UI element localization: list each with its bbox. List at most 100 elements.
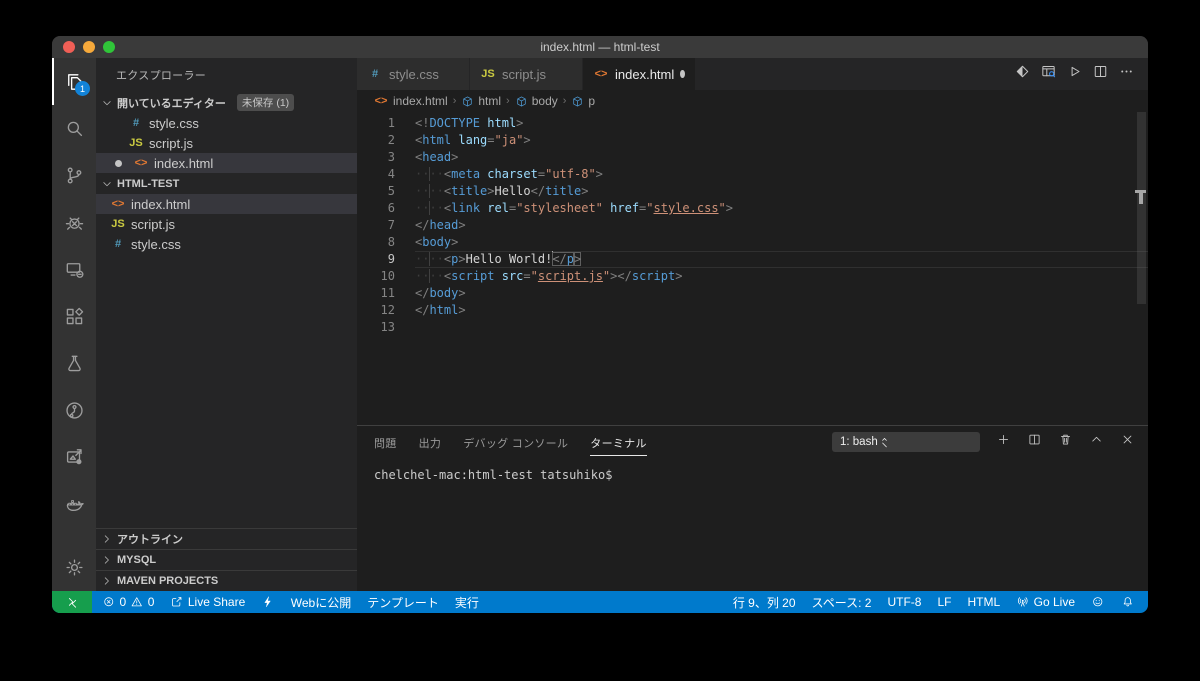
code-editor[interactable]: 1<!DOCTYPE html>2<html lang="ja">3<head>… — [357, 112, 1148, 425]
activity-item-settings-gear[interactable] — [52, 544, 96, 591]
folder-header[interactable]: HTML-TEST — [96, 173, 357, 194]
status-eol[interactable]: LF — [929, 591, 959, 613]
tree-item[interactable]: #style.css — [96, 234, 357, 254]
tree-item[interactable]: JSscript.js — [96, 214, 357, 234]
tree-item[interactable]: <>index.html — [96, 194, 357, 214]
section-label: MAVEN PROJECTS — [117, 575, 218, 587]
kill-terminal-icon — [1058, 432, 1073, 447]
breadcrumb-item-p[interactable]: p — [571, 94, 595, 108]
breadcrumb-separator: › — [562, 95, 568, 107]
status-language-mode[interactable]: HTML — [959, 591, 1008, 613]
terminal-output[interactable]: chelchel-mac:html-test tatsuhiko$ — [357, 458, 1148, 591]
tab-style.css[interactable]: # style.css — [357, 58, 470, 90]
breadcrumb-item-html[interactable]: html — [461, 94, 501, 108]
breadcrumb-item-body[interactable]: body — [515, 94, 558, 108]
tab-label: style.css — [389, 67, 439, 82]
line-number: 8 — [357, 234, 395, 251]
line-content: <html lang="ja"> — [415, 132, 1148, 149]
breadcrumb-separator: › — [505, 95, 511, 107]
breadcrumb[interactable]: <>index.html›html›body›p — [357, 90, 1148, 112]
activity-item-docker[interactable] — [52, 481, 96, 528]
section-アウトライン[interactable]: アウトライン — [96, 528, 357, 549]
breadcrumb-label: index.html — [393, 94, 448, 108]
line-number: 5 — [357, 183, 395, 200]
activity-item-source-control[interactable] — [52, 152, 96, 199]
activity-item-extensions[interactable] — [52, 293, 96, 340]
error-icon — [102, 595, 116, 609]
breadcrumb-item-index.html[interactable]: <>index.html — [373, 94, 448, 108]
tab-script.js[interactable]: JSscript.js — [470, 58, 583, 90]
symbol-cube — [461, 95, 474, 108]
html-file-icon: <> — [133, 157, 149, 169]
split-editor-button[interactable] — [1092, 63, 1109, 85]
close-panel-icon — [1120, 432, 1135, 447]
run-button[interactable] — [1066, 63, 1083, 85]
css-file-icon: # — [367, 68, 383, 80]
more-actions-icon — [1118, 63, 1135, 80]
live-share-icon — [170, 595, 184, 609]
activity-item-remote-explorer[interactable] — [52, 246, 96, 293]
close-window-button[interactable] — [63, 41, 75, 53]
line-content: <body> — [415, 234, 1148, 251]
section-mysql[interactable]: MYSQL — [96, 549, 357, 570]
file-name: index.html — [131, 197, 190, 212]
bottom-panel: 問題出力デバッグ コンソールターミナル 1: bash chelchel-mac:… — [357, 425, 1148, 591]
remote-indicator[interactable] — [52, 591, 92, 613]
tab-index.html[interactable]: <>index.html — [583, 58, 696, 90]
status-template[interactable]: テンプレート — [359, 591, 447, 613]
panel-tab-ターミナル[interactable]: ターミナル — [590, 429, 647, 456]
status-notifications[interactable] — [1113, 591, 1143, 613]
window-title: index.html — html-test — [540, 40, 659, 54]
zoom-window-button[interactable] — [103, 41, 115, 53]
status-go-live[interactable]: Go Live — [1008, 591, 1083, 613]
split-editor-icon — [1092, 63, 1109, 80]
activity-item-test-flask[interactable] — [52, 340, 96, 387]
line-number: 12 — [357, 302, 395, 319]
maximize-panel-button[interactable] — [1089, 432, 1104, 452]
minimize-window-button[interactable] — [83, 41, 95, 53]
smiley-icon — [1091, 595, 1105, 609]
new-terminal-button[interactable] — [996, 432, 1011, 452]
kill-terminal-button[interactable] — [1058, 432, 1073, 452]
activity-item-debug[interactable] — [52, 199, 96, 246]
open-in-browser-button[interactable] — [1014, 63, 1031, 85]
close-panel-button[interactable] — [1120, 432, 1135, 452]
panel-tab-デバッグ コンソール[interactable]: デバッグ コンソール — [463, 429, 568, 456]
status-run[interactable]: 実行 — [447, 591, 487, 613]
more-actions-button[interactable] — [1118, 63, 1135, 85]
line-content: ····<title>Hello</title> — [415, 183, 1148, 200]
activity-item-gitlens[interactable] — [52, 387, 96, 434]
activity-item-publisher[interactable] — [52, 434, 96, 481]
panel-tab-出力[interactable]: 出力 — [419, 429, 442, 456]
open-editors-header[interactable]: 開いているエディター未保存 (1) — [96, 92, 357, 113]
line-content: </html> — [415, 302, 1148, 319]
status-cursor-position[interactable]: 行 9、列 20 — [725, 591, 804, 613]
scrollbar-slider[interactable] — [1137, 112, 1146, 304]
section-label: アウトライン — [117, 531, 183, 547]
status-feedback[interactable] — [1083, 591, 1113, 613]
status-publish-web[interactable]: Webに公開 — [283, 591, 359, 613]
status-encoding[interactable]: UTF-8 — [879, 591, 929, 613]
js-file-icon: JS — [128, 137, 144, 149]
section-maven-projects[interactable]: MAVEN PROJECTS — [96, 570, 357, 591]
unsaved-badge: 未保存 (1) — [237, 94, 294, 111]
activity-item-search[interactable] — [52, 105, 96, 152]
split-terminal-button[interactable] — [1027, 432, 1042, 452]
status-problems[interactable]: 00 — [94, 591, 162, 613]
gitlens-icon — [63, 399, 86, 422]
open-preview-button[interactable] — [1040, 63, 1057, 85]
terminal-select[interactable]: 1: bash — [832, 432, 980, 452]
debug-icon — [63, 211, 86, 234]
sidebar-bottom-sections: アウトライン MYSQL MAVEN PROJECTS — [96, 528, 357, 591]
open-editor-item[interactable]: JSscript.js — [96, 133, 357, 153]
overview-ruler[interactable] — [1134, 112, 1148, 425]
status-lightning[interactable] — [253, 591, 283, 613]
status-text: Webに公開 — [291, 594, 351, 611]
activity-item-files[interactable]: 1 — [52, 58, 96, 105]
open-editor-item[interactable]: #style.css — [96, 113, 357, 133]
panel-tab-問題[interactable]: 問題 — [374, 429, 397, 456]
maximize-panel-icon — [1089, 432, 1104, 447]
open-editor-item[interactable]: <>index.html — [96, 153, 357, 173]
status-live-share[interactable]: Live Share — [162, 591, 253, 613]
status-indentation[interactable]: スペース: 2 — [804, 591, 880, 613]
